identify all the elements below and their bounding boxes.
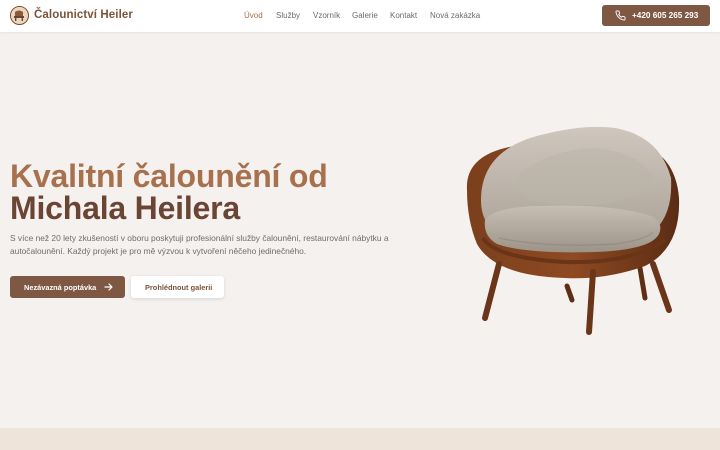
- nav-item-uvod[interactable]: Úvod: [244, 11, 263, 20]
- nav-item-nova-zakazka[interactable]: Nová zakázka: [430, 11, 480, 20]
- gallery-button[interactable]: Prohlédnout galerii: [131, 276, 224, 298]
- site-header: Čalounictví Heiler Úvod Služby Vzorník G…: [0, 0, 720, 32]
- inquiry-button-label: Nezávazná poptávka: [24, 283, 97, 292]
- hero-title: Kvalitní čalounění od Michala Heilera: [10, 160, 328, 224]
- hero-description: S více než 20 lety zkušeností v oboru po…: [10, 233, 389, 256]
- inquiry-button[interactable]: Nezávazná poptávka: [10, 276, 125, 298]
- nav-item-sluzby[interactable]: Služby: [276, 11, 300, 20]
- arrow-right-icon: [104, 283, 113, 293]
- nav-item-galerie[interactable]: Galerie: [352, 11, 378, 20]
- next-section-strip: [0, 428, 720, 450]
- gallery-button-label: Prohlédnout galerii: [145, 283, 213, 292]
- phone-icon: [615, 10, 626, 23]
- phone-button[interactable]: +420 605 265 293: [602, 5, 710, 26]
- nav-item-vzornik[interactable]: Vzorník: [313, 11, 340, 20]
- armchair-image: [455, 118, 695, 353]
- hero-title-line2: Michala Heilera: [10, 190, 241, 226]
- nav-item-kontakt[interactable]: Kontakt: [390, 11, 417, 20]
- hero-title-line1: Kvalitní čalounění od: [10, 158, 328, 194]
- phone-number: +420 605 265 293: [632, 11, 699, 20]
